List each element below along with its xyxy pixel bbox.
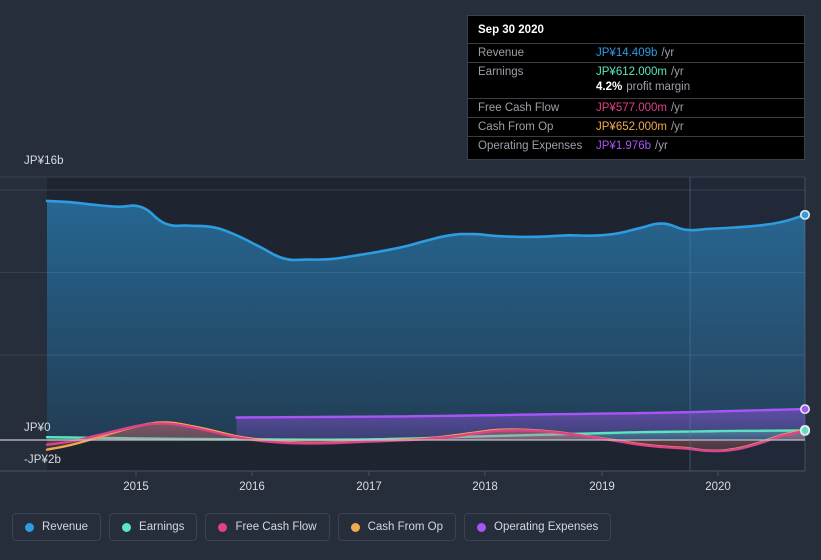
tooltip-row: 4.2% profit margin: [468, 81, 804, 98]
legend-item-label: Revenue: [42, 521, 89, 533]
tooltip-row-label: Cash From Op: [478, 121, 554, 133]
legend-item-cash-from-op[interactable]: Cash From Op: [337, 513, 457, 541]
tooltip-row: Operating Expenses JP¥1.976b/yr: [468, 136, 804, 155]
legend-item-earnings[interactable]: Earnings: [109, 513, 198, 541]
tooltip-row-value: 4.2% profit margin: [596, 81, 691, 93]
tooltip-row-value: JP¥612.000m/yr: [596, 66, 684, 78]
tooltip-row-label: Operating Expenses: [478, 140, 583, 152]
legend-color-dot-icon: [122, 522, 132, 532]
tooltip-date: Sep 30 2020: [478, 24, 544, 36]
x-axis-tick: 2017: [356, 481, 382, 493]
tooltip-row-label: Earnings: [478, 66, 524, 78]
chart-tooltip: Sep 30 2020 Revenue JP¥14.409b/yr Earnings…: [467, 15, 805, 160]
y-axis-tick: JP¥0: [24, 422, 51, 434]
x-axis-tick: 2018: [472, 481, 498, 493]
tooltip-row-unit: /yr: [655, 140, 668, 152]
legend-item-label: Earnings: [139, 521, 185, 533]
financial-chart-widget: JP¥16b JP¥0 -JP¥2b 2015 2016 2017 2018 2019 202…: [0, 0, 821, 560]
tooltip-row-unit: /yr: [670, 121, 684, 133]
legend-item-revenue[interactable]: Revenue: [12, 513, 102, 541]
x-axis-tick: 2020: [705, 481, 731, 493]
tooltip-row-unit: /yr: [670, 102, 684, 114]
legend-color-dot-icon: [218, 522, 228, 532]
tooltip-row: Revenue JP¥14.409b/yr: [468, 43, 804, 62]
tooltip-row-label: Revenue: [478, 47, 525, 59]
x-axis-tick: 2019: [589, 481, 615, 493]
legend-color-dot-icon: [25, 522, 34, 532]
x-axis-tick: 2015: [123, 481, 149, 493]
legend-item-operating-expenses[interactable]: Operating Expenses: [464, 513, 612, 541]
x-axis-tick: 2016: [239, 481, 265, 493]
tooltip-row: Cash From Op JP¥652.000m/yr: [468, 117, 804, 136]
legend-item-free-cash-flow[interactable]: Free Cash Flow: [205, 513, 330, 541]
tooltip-rows: Revenue JP¥14.409b/yr Earnings JP¥612.000m /…: [468, 43, 804, 155]
tooltip-row-unit: /yr: [661, 47, 675, 59]
legend-item-label: Free Cash Flow: [235, 521, 317, 533]
tooltip-row: Earnings JP¥612.000m/yr: [468, 62, 804, 81]
chart-legend: Revenue Earnings Free Cash Flow Cash From O…: [12, 513, 612, 541]
tooltip-row-value: JP¥577.000m/yr: [596, 102, 684, 114]
tooltip-row-label: Free Cash Flow: [478, 102, 560, 114]
legend-item-label: Operating Expenses: [494, 521, 599, 533]
tooltip-row-value: JP¥1.976b/yr: [596, 140, 668, 152]
y-axis-tick: JP¥16b: [24, 155, 64, 167]
y-axis-tick: -JP¥2b: [24, 454, 62, 466]
legend-color-dot-icon: [477, 522, 487, 532]
legend-color-dot-icon: [350, 522, 360, 532]
tooltip-row-value: JP¥14.409b/yr: [596, 47, 675, 59]
tooltip-row: Free Cash Flow JP¥577.000m/yr: [468, 98, 804, 117]
legend-item-label: Cash From Op: [367, 521, 444, 533]
tooltip-row-unit: profit margin: [626, 81, 691, 93]
tooltip-row-unit: /yr: [670, 66, 684, 78]
tooltip-row-value: JP¥652.000m/yr: [596, 121, 684, 133]
